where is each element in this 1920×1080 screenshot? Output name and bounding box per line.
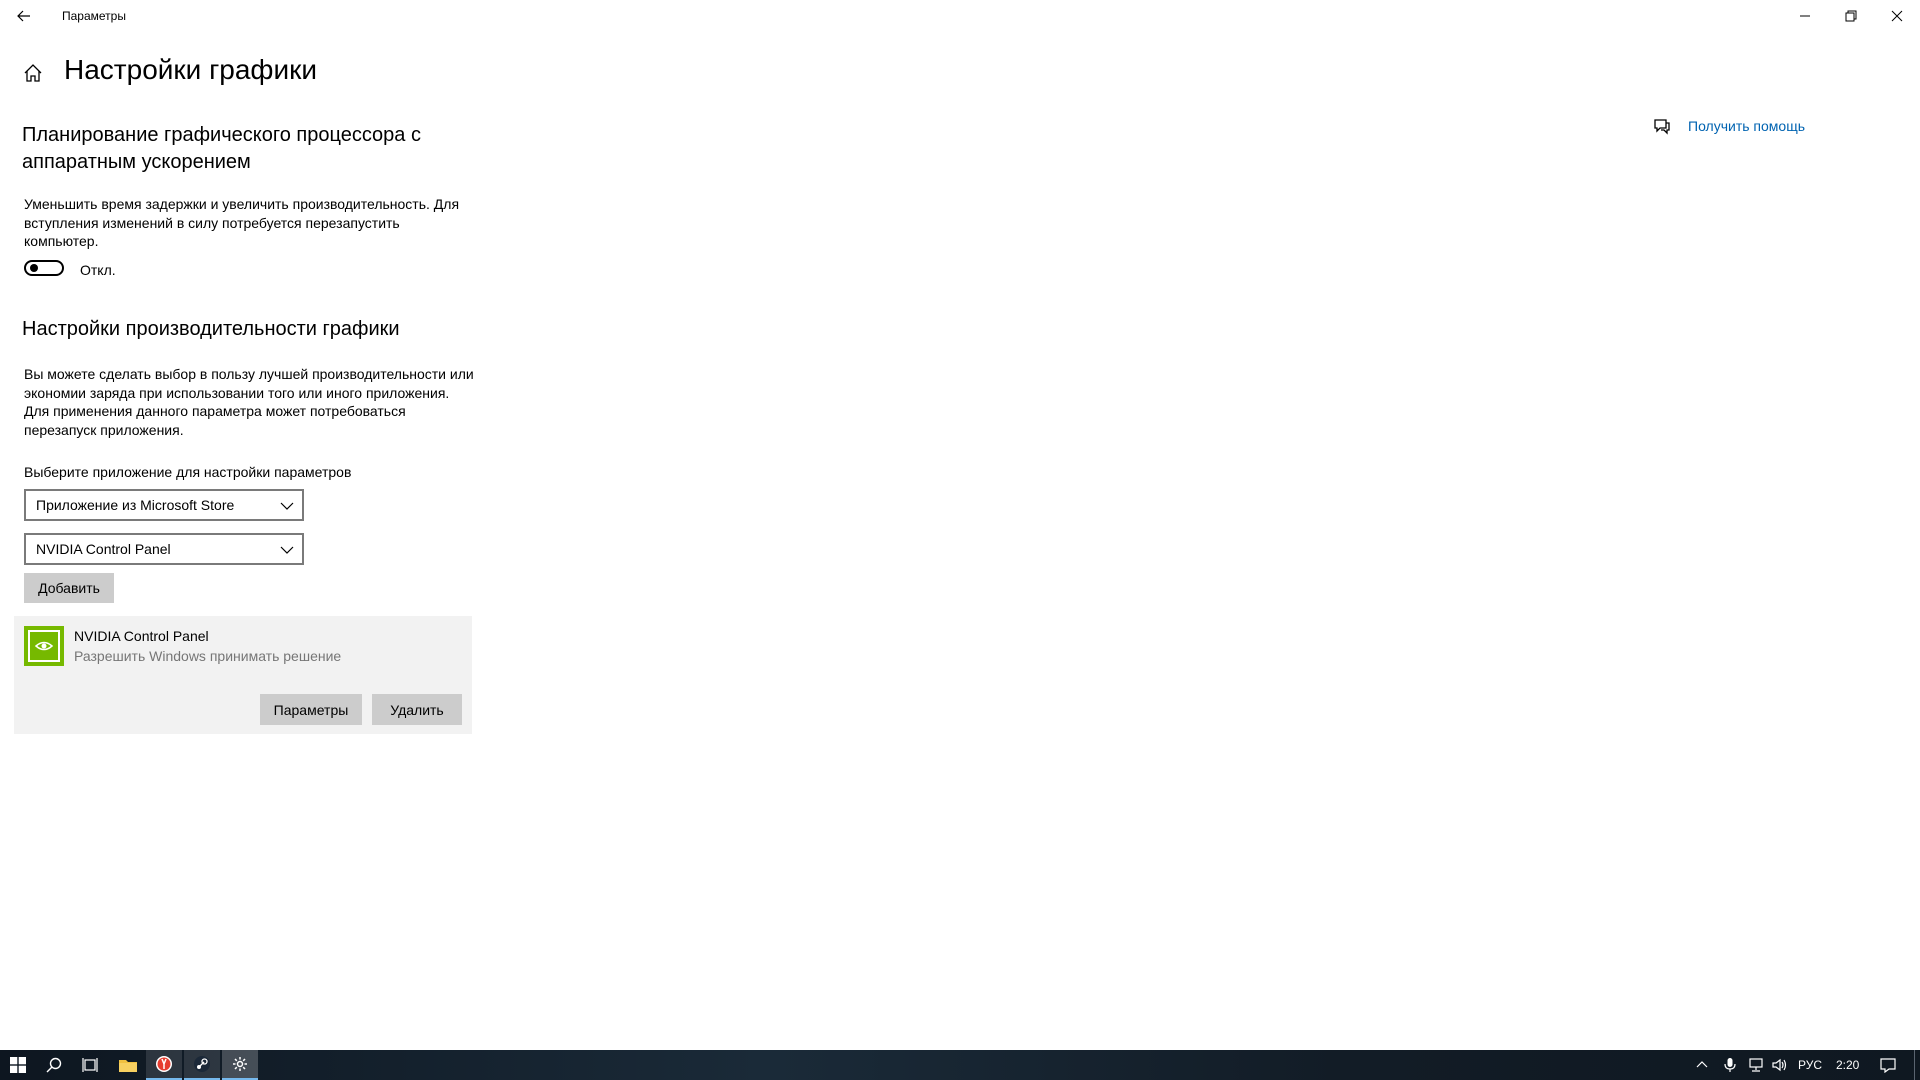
clock[interactable]: 2:20 bbox=[1836, 1058, 1859, 1072]
app-type-dropdown[interactable]: Приложение из Microsoft Store bbox=[24, 489, 304, 521]
home-icon[interactable] bbox=[22, 62, 46, 86]
performance-desc-line1: Вы можете сделать выбор в пользу лучшей … bbox=[24, 366, 474, 382]
minimize-button[interactable] bbox=[1782, 0, 1828, 32]
task-view-icon bbox=[82, 1058, 98, 1072]
app-select-value: NVIDIA Control Panel bbox=[36, 541, 171, 557]
app-type-value: Приложение из Microsoft Store bbox=[36, 497, 235, 513]
search-button[interactable] bbox=[36, 1050, 72, 1080]
gear-icon bbox=[233, 1057, 247, 1071]
gpu-scheduling-desc-line3: компьютер. bbox=[24, 233, 99, 249]
performance-desc-line2: экономии заряда при использовании того и… bbox=[24, 384, 450, 401]
restore-icon bbox=[1845, 10, 1857, 22]
windows-logo-icon bbox=[10, 1057, 26, 1073]
window-title: Параметры bbox=[62, 9, 126, 23]
chevron-down-icon bbox=[280, 502, 294, 510]
gpu-scheduling-title-line2: аппаратным ускорением bbox=[22, 151, 251, 173]
yandex-browser-icon bbox=[156, 1056, 172, 1072]
microphone-icon bbox=[1724, 1058, 1736, 1072]
task-view-button[interactable] bbox=[72, 1050, 108, 1080]
add-button[interactable]: Добавить bbox=[24, 573, 114, 603]
folder-icon bbox=[119, 1060, 137, 1072]
performance-desc-line3: Для применения данного параметра может п… bbox=[24, 403, 406, 419]
taskbar-yandex-browser[interactable] bbox=[146, 1050, 182, 1080]
chevron-down-icon bbox=[280, 546, 294, 554]
help-chat-icon[interactable] bbox=[1652, 116, 1672, 136]
show-desktop-button[interactable] bbox=[1914, 1050, 1920, 1080]
gpu-scheduling-title-line1: Планирование графического процессора с bbox=[22, 124, 421, 146]
network-icon bbox=[1749, 1058, 1763, 1072]
toggle-knob bbox=[30, 264, 38, 272]
gpu-scheduling-desc-line1: Уменьшить время задержки и увеличить про… bbox=[24, 196, 460, 212]
close-icon bbox=[1891, 10, 1903, 22]
restore-button[interactable] bbox=[1828, 0, 1874, 32]
start-button[interactable] bbox=[0, 1050, 36, 1080]
network-tray-button[interactable] bbox=[1744, 1050, 1768, 1080]
volume-tray-button[interactable] bbox=[1768, 1050, 1792, 1080]
action-center-button[interactable] bbox=[1872, 1050, 1904, 1080]
microphone-tray-button[interactable] bbox=[1718, 1050, 1742, 1080]
taskbar-file-explorer[interactable] bbox=[110, 1050, 146, 1080]
notifications-icon bbox=[1880, 1058, 1896, 1073]
title-bar bbox=[0, 0, 1920, 32]
taskbar-steam[interactable] bbox=[184, 1050, 220, 1080]
language-indicator[interactable]: РУС bbox=[1798, 1058, 1822, 1072]
gpu-scheduling-toggle[interactable] bbox=[24, 260, 64, 276]
app-select-dropdown[interactable]: NVIDIA Control Panel bbox=[24, 533, 304, 565]
minimize-icon bbox=[1800, 15, 1810, 17]
page-title: Настройки графики bbox=[64, 54, 317, 85]
back-button[interactable] bbox=[0, 0, 48, 32]
select-app-label: Выберите приложение для настройки параме… bbox=[24, 464, 352, 480]
get-help-link[interactable]: Получить помощь bbox=[1688, 118, 1805, 134]
options-button[interactable]: Параметры bbox=[260, 694, 362, 725]
remove-button[interactable]: Удалить bbox=[372, 694, 462, 725]
chevron-up-icon bbox=[1696, 1061, 1708, 1068]
toggle-state-label: Откл. bbox=[80, 262, 116, 278]
close-button[interactable] bbox=[1874, 0, 1920, 32]
performance-title: Настройки производительности графики bbox=[22, 318, 400, 340]
taskbar bbox=[0, 1050, 1920, 1080]
performance-desc-line4: перезапуск приложения. bbox=[24, 421, 184, 438]
gpu-scheduling-desc-line2: вступления изменений в силу потребуется … bbox=[24, 214, 400, 231]
speaker-icon bbox=[1772, 1058, 1787, 1072]
taskbar-settings[interactable] bbox=[222, 1050, 258, 1080]
search-icon bbox=[46, 1057, 62, 1073]
steam-icon bbox=[194, 1056, 210, 1072]
show-hidden-icons-button[interactable] bbox=[1690, 1050, 1714, 1080]
app-name: NVIDIA Control Panel bbox=[74, 628, 209, 644]
back-arrow-icon bbox=[17, 10, 30, 22]
app-preference: Разрешить Windows принимать решение bbox=[74, 648, 342, 664]
nvidia-app-icon bbox=[24, 626, 64, 666]
